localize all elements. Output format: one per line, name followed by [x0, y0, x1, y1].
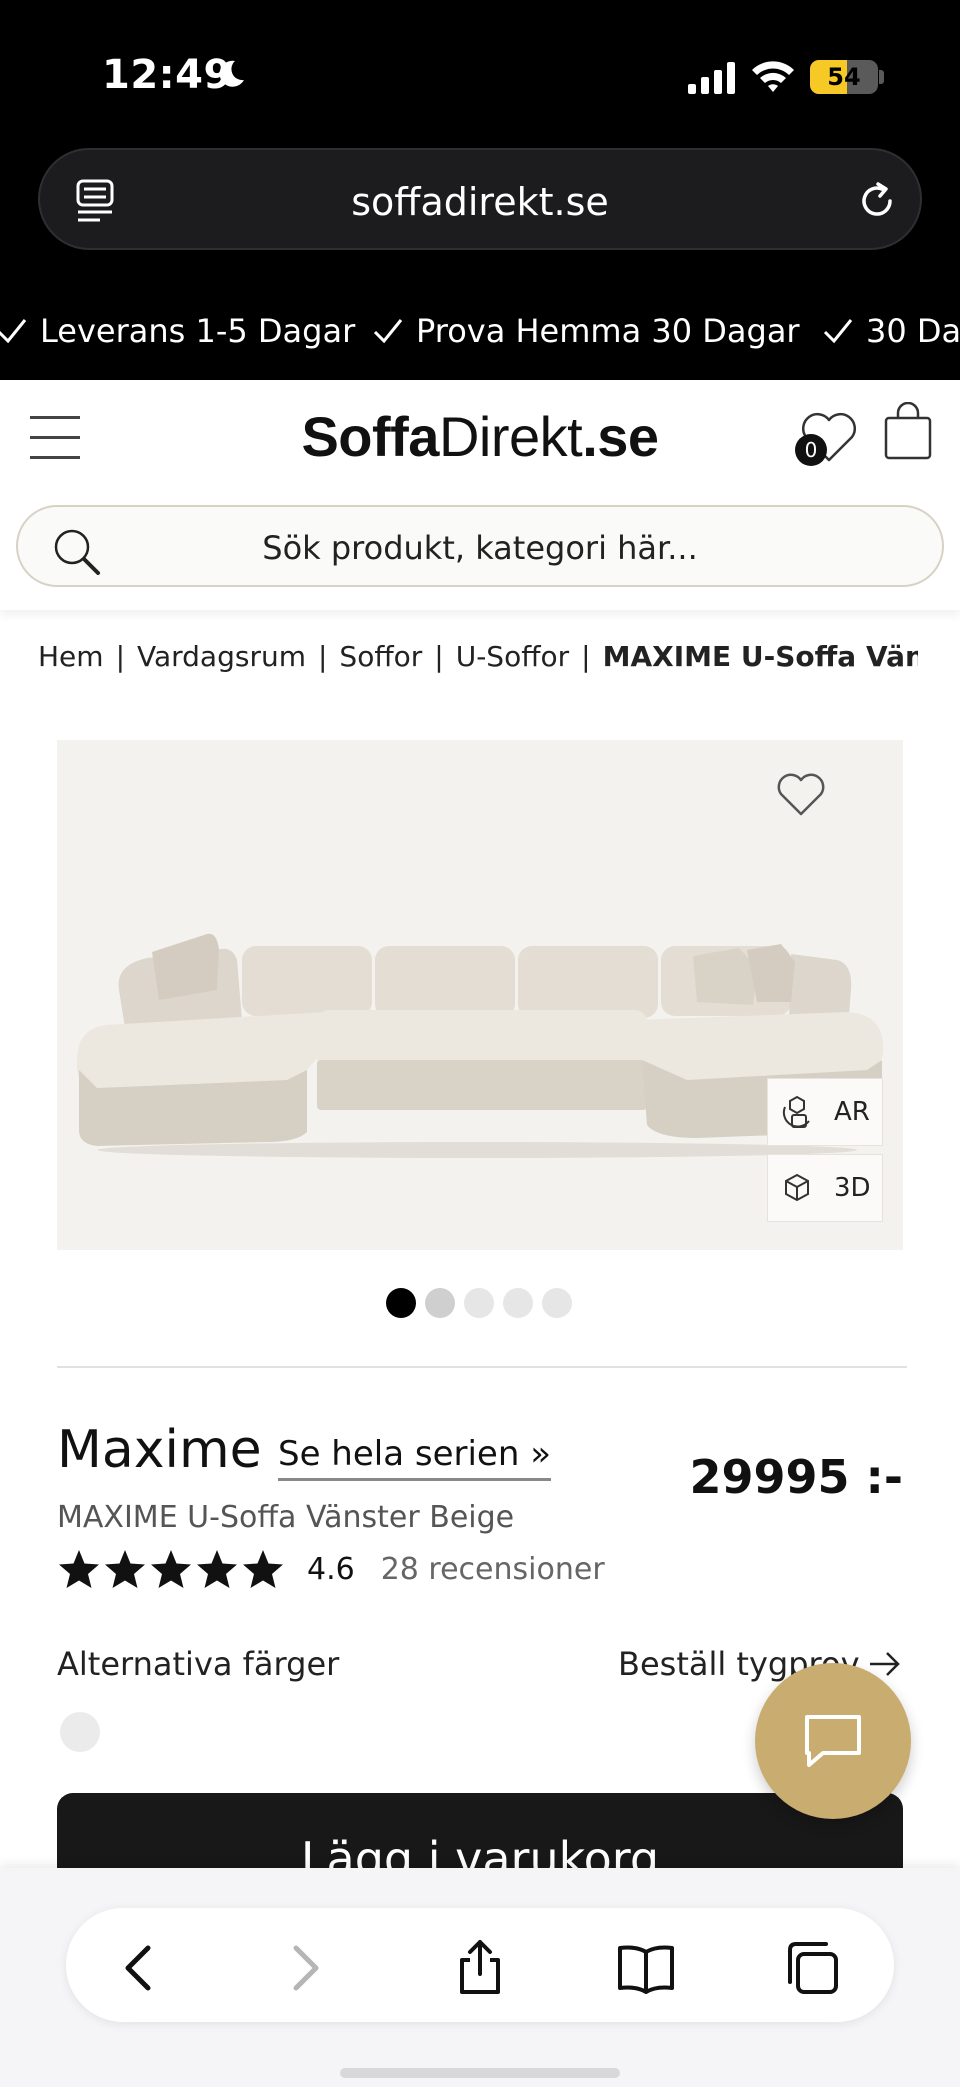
product-name: Maxime: [57, 1420, 262, 1480]
usp-item: Leverans 1-5 Dagar: [0, 312, 355, 350]
battery-level: 54: [827, 63, 861, 91]
url-text: soffadirekt.se: [351, 180, 609, 224]
reviews-count[interactable]: 28 recensioner: [381, 1552, 605, 1587]
browser-toolbar: [0, 1868, 960, 2087]
pagination-dot[interactable]: [464, 1288, 494, 1318]
ar-label: AR: [834, 1097, 870, 1127]
usp-item: Prova Hemma 30 Dagar: [372, 312, 800, 350]
site-header: SoffaDirekt.se 0 Sök produkt, kategori h…: [0, 380, 960, 610]
address-bar[interactable]: soffadirekt.se: [38, 148, 922, 250]
check-icon: [373, 319, 403, 344]
search-placeholder: Sök produkt, kategori här...: [262, 529, 698, 567]
wifi-icon: [752, 61, 794, 92]
chat-button[interactable]: [755, 1663, 911, 1819]
check-icon: [823, 319, 853, 344]
ar-icon: [782, 1095, 810, 1128]
product-price: 29995 :-: [689, 1450, 903, 1504]
check-icon: [0, 319, 27, 344]
divider: [57, 1366, 907, 1368]
home-indicator: [340, 2068, 620, 2078]
gallery-pagination: [386, 1288, 572, 1318]
rating-stars: [57, 1548, 285, 1590]
tabs-icon[interactable]: [782, 1938, 842, 1998]
battery-nub: [879, 70, 884, 84]
breadcrumb-link-u-soffor[interactable]: U-Soffor: [456, 640, 569, 673]
product-image-gallery[interactable]: AR 3D: [57, 740, 903, 1250]
ar-view-button[interactable]: AR: [767, 1078, 883, 1146]
reload-icon[interactable]: [856, 180, 898, 222]
3d-cube-icon: [785, 1173, 809, 1202]
usp-label: Prova Hemma 30 Dagar: [416, 312, 800, 350]
breadcrumb-current: MAXIME U-Soffa Väns: [602, 640, 918, 673]
3d-view-button[interactable]: 3D: [767, 1154, 883, 1222]
pagination-dot[interactable]: [386, 1288, 416, 1318]
usp-label: Leverans 1-5 Dagar: [40, 312, 356, 350]
status-bar: 12:49 54: [0, 0, 960, 140]
breadcrumb-link-hem[interactable]: Hem: [38, 640, 104, 673]
forward-chevron-icon[interactable]: [274, 1938, 334, 1998]
breadcrumb-link-vardagsrum[interactable]: Vardagsrum: [137, 640, 306, 673]
pagination-dot[interactable]: [542, 1288, 572, 1318]
star-icon: [243, 1550, 283, 1588]
star-icon: [151, 1550, 191, 1588]
battery-indicator: 54: [810, 60, 878, 94]
search-input[interactable]: Sök produkt, kategori här...: [16, 505, 944, 587]
alternative-colors-label: Alternativa färger: [57, 1645, 340, 1683]
usp-strip: Leverans 1-5 Dagar Prova Hemma 30 Dagar …: [0, 280, 960, 380]
breadcrumb-link-soffor[interactable]: Soffor: [339, 640, 422, 673]
star-icon: [59, 1550, 99, 1588]
breadcrumb: Hem | Vardagsrum | Soffor | U-Soffor | MAXIME U-…: [38, 640, 918, 673]
color-swatch[interactable]: [60, 1712, 100, 1752]
rating-row[interactable]: 4.6 28 recensioner: [57, 1548, 605, 1590]
chat-bubble-icon: [805, 1715, 861, 1767]
browser-address-area: soffadirekt.se: [0, 140, 960, 280]
share-icon[interactable]: [450, 1938, 510, 1998]
usp-item: 30 Da: [822, 312, 960, 350]
rating-value: 4.6: [307, 1551, 355, 1587]
star-icon: [197, 1550, 237, 1588]
star-icon: [105, 1550, 145, 1588]
wishlist-count-badge: 0: [795, 434, 827, 466]
toolbar-pill: [66, 1908, 894, 2022]
product-subtitle: MAXIME U-Soffa Vänster Beige: [57, 1500, 515, 1535]
shopping-bag-icon[interactable]: [883, 402, 933, 460]
cellular-signal-icon: [688, 62, 735, 94]
usp-label: 30 Da: [866, 312, 960, 350]
pagination-dot[interactable]: [503, 1288, 533, 1318]
pagination-dot[interactable]: [425, 1288, 455, 1318]
bookmarks-book-icon[interactable]: [616, 1938, 676, 1998]
favorite-heart-icon[interactable]: [775, 770, 827, 818]
moon-icon: [219, 60, 244, 87]
status-time: 12:49: [102, 52, 232, 98]
series-link[interactable]: Se hela serien »: [278, 1434, 551, 1481]
back-chevron-icon[interactable]: [110, 1938, 170, 1998]
3d-label: 3D: [834, 1173, 871, 1203]
